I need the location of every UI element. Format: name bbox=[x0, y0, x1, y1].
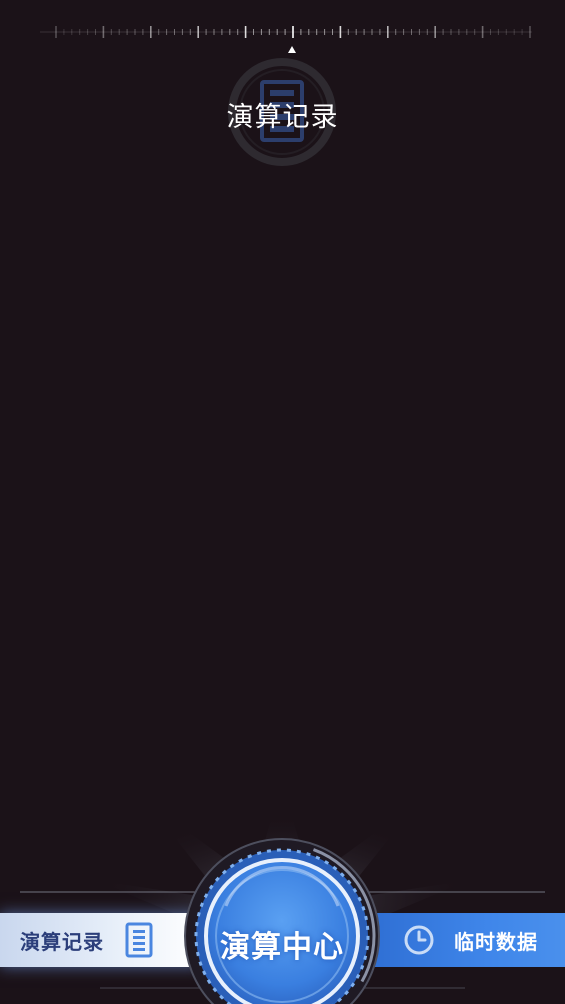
tab-calculation-records[interactable]: 演算记录 bbox=[0, 913, 200, 967]
tab-calculation-records-label: 演算记录 bbox=[20, 930, 104, 954]
ruler-ticks bbox=[55, 26, 531, 38]
tab-temporary-data[interactable]: 临时数据 bbox=[372, 913, 565, 967]
tab-temporary-data-label: 临时数据 bbox=[454, 930, 538, 954]
calculation-center-button[interactable] bbox=[182, 836, 382, 1004]
ruler-pointer-icon bbox=[288, 46, 296, 53]
document-list-icon bbox=[125, 922, 153, 958]
page-title: 演算记录 bbox=[226, 102, 339, 133]
clock-icon bbox=[404, 925, 434, 955]
scale-ruler[interactable] bbox=[0, 0, 565, 60]
app-screen: 演算记录 演算记录 临时数据 演算中心 bbox=[0, 0, 565, 1004]
